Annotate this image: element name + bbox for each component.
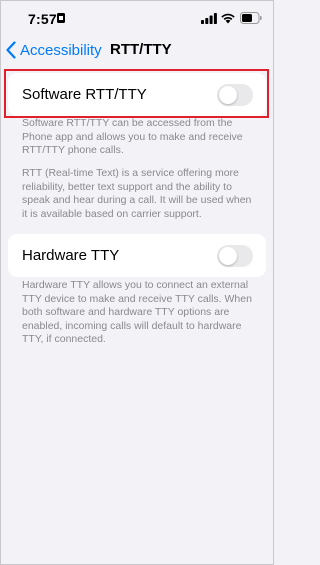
battery-icon xyxy=(240,12,262,24)
hardware-tty-group: Hardware TTY xyxy=(8,234,266,277)
software-rtt-row: Software RTT/TTY xyxy=(8,73,266,116)
hardware-tty-toggle[interactable] xyxy=(217,244,253,267)
software-rtt-group: Software RTT/TTY xyxy=(8,73,266,116)
software-rtt-label: Software RTT/TTY xyxy=(22,86,147,103)
toggle-knob xyxy=(219,246,237,265)
signal-icon xyxy=(201,13,217,24)
status-bar: 7:57 xyxy=(0,0,274,36)
lock-icon xyxy=(57,13,65,23)
wifi-icon xyxy=(221,13,235,24)
hardware-tty-label: Hardware TTY xyxy=(22,247,120,264)
chevron-left-icon xyxy=(6,41,16,59)
page-title: RTT/TTY xyxy=(110,41,172,58)
toggle-knob xyxy=(219,85,237,104)
back-label: Accessibility xyxy=(20,41,102,59)
software-rtt-toggle[interactable] xyxy=(217,83,253,106)
hardware-tty-description: Hardware TTY allows you to connect an ex… xyxy=(22,279,252,345)
nav-bar: Accessibility RTT/TTY xyxy=(0,36,274,64)
back-button[interactable]: Accessibility xyxy=(6,39,102,61)
rtt-info-description: RTT (Real-time Text) is a service offeri… xyxy=(22,167,252,220)
status-time: 7:57 xyxy=(28,11,57,27)
hardware-tty-row: Hardware TTY xyxy=(8,234,266,277)
software-rtt-description: Software RTT/TTY can be accessed from th… xyxy=(22,117,243,156)
